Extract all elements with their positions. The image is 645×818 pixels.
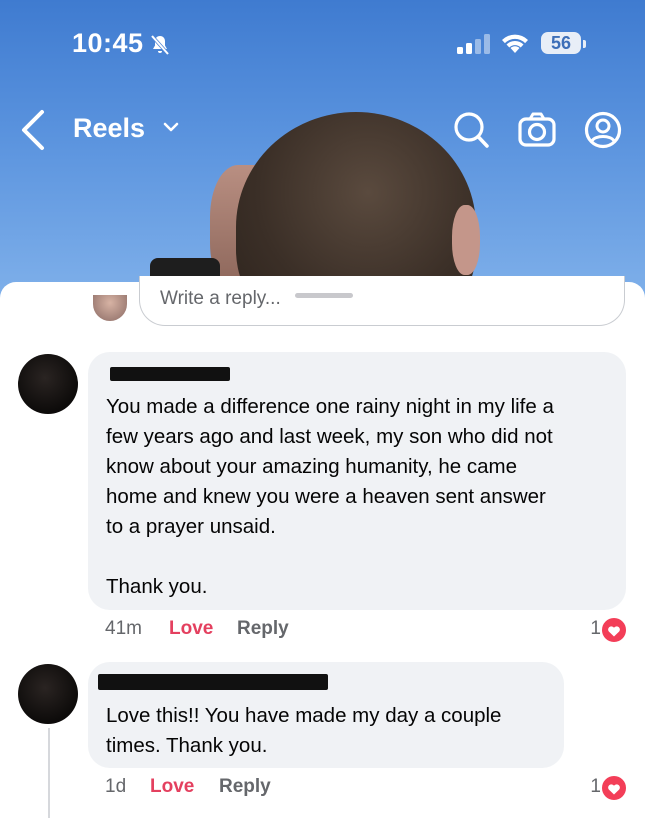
chevron-down-icon[interactable] [163, 121, 179, 133]
love-button[interactable]: Love [150, 776, 194, 798]
status-bar: 10:45 56 [0, 20, 645, 70]
comment-item: Love this!! You have made my day a coupl… [0, 662, 645, 818]
status-time: 10:45 [72, 28, 144, 58]
person-ear [452, 205, 480, 275]
avatar[interactable] [18, 664, 78, 724]
reels-title[interactable]: Reels [73, 113, 145, 144]
battery-cap [583, 40, 586, 48]
battery-indicator: 56 [541, 32, 581, 54]
comment-bubble[interactable]: You made a difference one rainy night in… [88, 352, 626, 610]
avatar [93, 295, 127, 321]
profile-icon[interactable] [583, 110, 623, 150]
comment-text: You made a difference one rainy night in… [106, 395, 554, 598]
comment-timestamp: 1d [105, 776, 127, 797]
back-button[interactable] [16, 108, 50, 152]
reply-composer: Write a reply... [0, 276, 645, 332]
reels-navbar: Reels [0, 104, 645, 154]
camera-icon[interactable] [518, 110, 556, 150]
reply-button[interactable]: Reply [237, 618, 289, 640]
reply-input[interactable]: Write a reply... [139, 276, 625, 326]
reply-button[interactable]: Reply [219, 776, 271, 798]
thread-line [48, 728, 50, 818]
love-button[interactable]: Love [169, 618, 213, 640]
search-icon[interactable] [452, 110, 490, 150]
comment-item: You made a difference one rainy night in… [0, 352, 645, 652]
comments-sheet: Write a reply... You made a difference o… [0, 276, 645, 818]
redacted-author-name [98, 674, 328, 690]
wifi-icon [502, 34, 528, 53]
sheet-drag-handle[interactable] [295, 293, 353, 298]
chevron-left-icon [22, 110, 44, 150]
heart-reaction-icon[interactable] [600, 774, 628, 802]
comment-timestamp: 41m [105, 618, 142, 639]
comment-text: Love this!! You have made my day a coupl… [106, 704, 502, 757]
heart-reaction-icon[interactable] [600, 616, 628, 644]
redacted-author-name [110, 367, 230, 381]
comment-bubble[interactable]: Love this!! You have made my day a coupl… [88, 662, 564, 768]
cellular-signal-icon [457, 34, 490, 54]
bell-muted-icon [150, 34, 170, 56]
avatar[interactable] [18, 354, 78, 414]
